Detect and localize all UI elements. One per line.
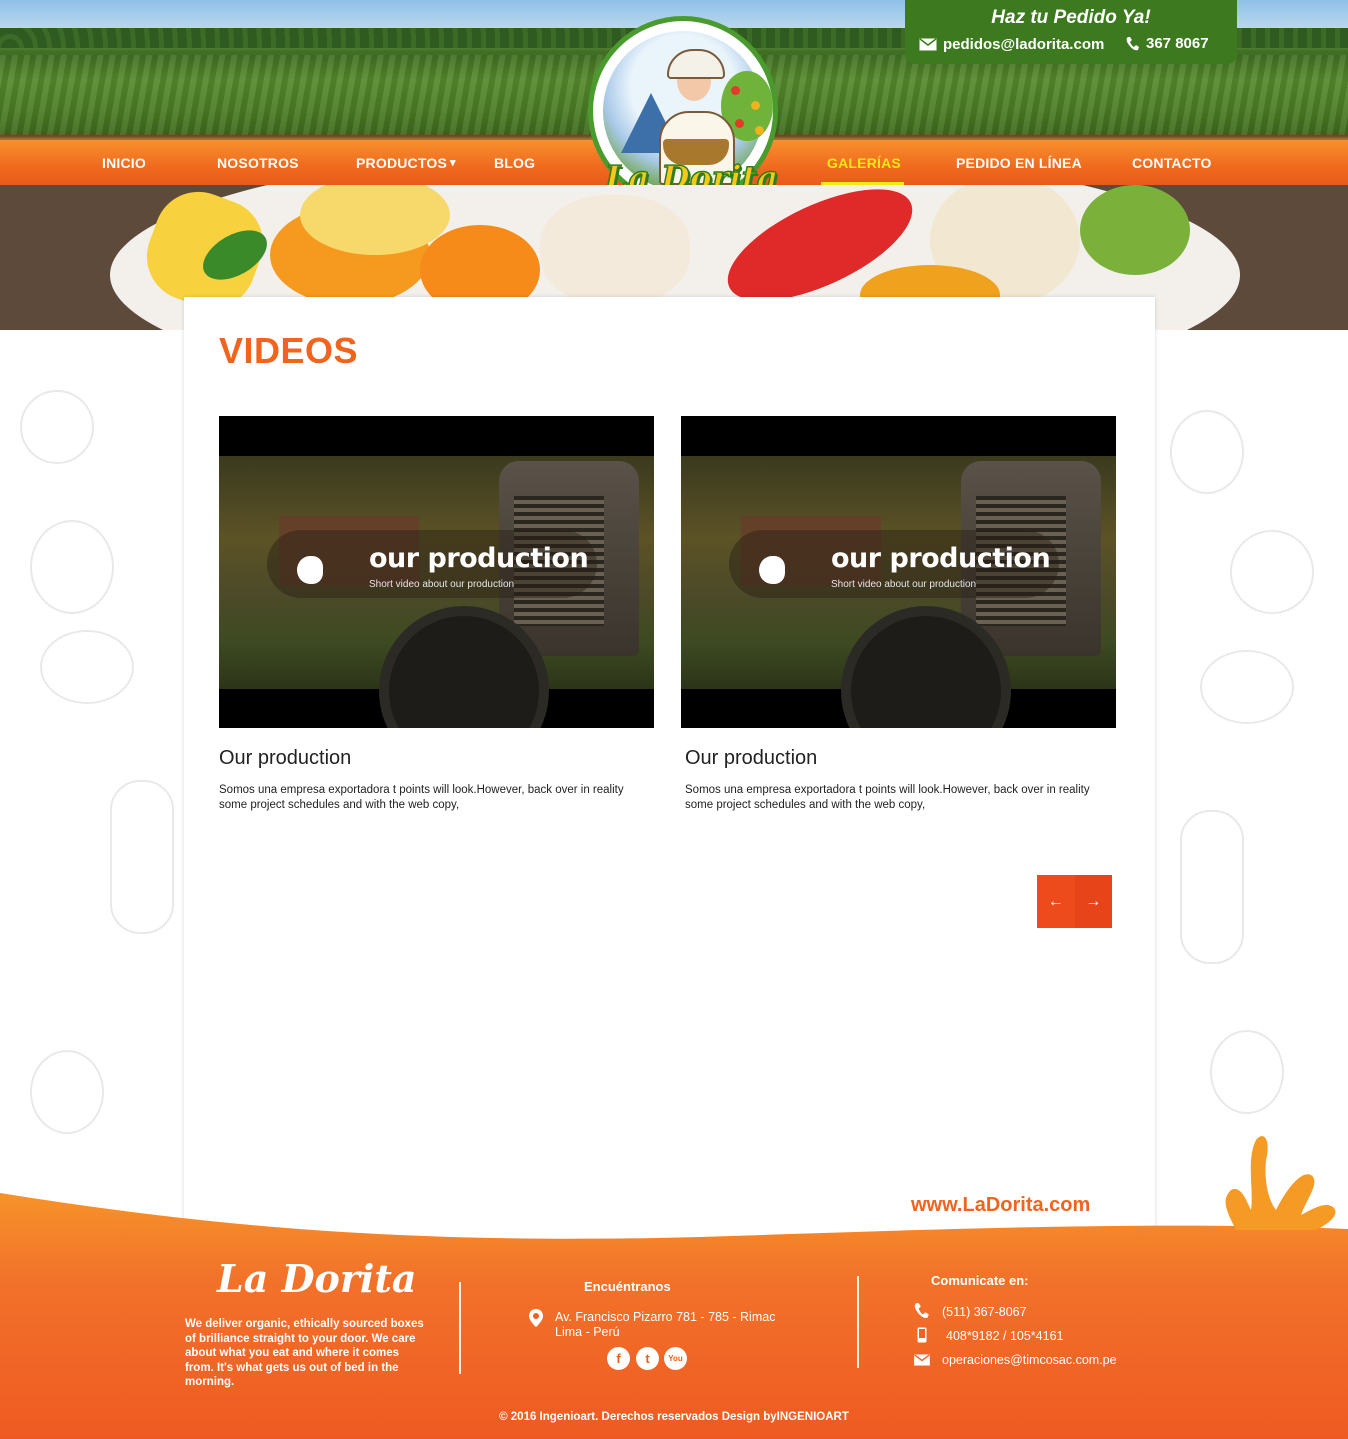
order-email-text: pedidos@ladorita.com — [943, 36, 1105, 53]
mobile-icon — [917, 1327, 927, 1343]
play-icon[interactable] — [759, 556, 785, 584]
chevron-down-icon[interactable]: ▾ — [450, 156, 456, 169]
sketch-decoration — [1170, 410, 1244, 494]
nav-item-inicio[interactable]: INICIO — [102, 155, 146, 171]
youtube-icon[interactable]: You — [664, 1347, 687, 1370]
nav-item-pedido-en-linea[interactable]: PEDIDO EN LÍNEA — [956, 155, 1082, 171]
facebook-icon[interactable]: f — [607, 1347, 630, 1370]
logo-fruit — [755, 126, 764, 135]
nav-item-blog[interactable]: BLOG — [494, 155, 535, 171]
address-line-1: Av. Francisco Pizarro 781 - 785 - Rimac — [555, 1310, 776, 1324]
logo-woman-scarf — [667, 49, 725, 79]
video-overlay-title: our production — [369, 543, 589, 574]
juice-splash-decoration — [1225, 1136, 1336, 1230]
carousel-pager: ← → — [1037, 875, 1112, 928]
contact-phone[interactable]: (511) 367-8067 — [942, 1305, 1027, 1320]
sketch-decoration — [30, 1050, 104, 1134]
video-title-2: Our production — [685, 747, 818, 769]
video-title-1: Our production — [219, 747, 352, 769]
sketch-decoration — [1200, 650, 1294, 724]
sketch-decoration — [1180, 810, 1244, 964]
logo-fruit — [731, 86, 740, 95]
video-player-2[interactable]: our production Short video about our pro… — [681, 416, 1116, 728]
order-phone-text: 367 8067 — [1146, 35, 1209, 52]
order-box: Haz tu Pedido Ya! pedidos@ladorita.com 3… — [905, 0, 1237, 64]
order-email[interactable]: pedidos@ladorita.com — [919, 36, 1104, 53]
mail-icon — [914, 1354, 930, 1366]
mail-icon — [919, 38, 937, 51]
nav-item-contacto[interactable]: CONTACTO — [1132, 155, 1212, 171]
page-title: VIDEOS — [219, 330, 359, 371]
phone-icon — [1126, 36, 1139, 50]
arrow-left-icon[interactable]: ← — [1037, 875, 1075, 928]
sketch-decoration — [1230, 530, 1314, 614]
contact-mobile[interactable]: 408*9182 / 105*4161 — [946, 1329, 1063, 1344]
footer-divider — [857, 1276, 859, 1368]
footer-brand: La Dorita — [217, 1256, 417, 1301]
footer-about: We deliver organic, ethically sourced bo… — [185, 1318, 424, 1388]
video-overlay-subtitle: Short video about our production — [831, 579, 977, 590]
video-description-2: Somos una empresa exportadora t points w… — [685, 784, 1090, 811]
order-title: Haz tu Pedido Ya! — [991, 7, 1151, 28]
nav-item-galerias[interactable]: GALERÍAS — [827, 155, 901, 171]
footer-divider — [459, 1282, 461, 1374]
logo-fruit — [735, 119, 744, 128]
logo-fruit — [751, 101, 760, 110]
contact-email[interactable]: operaciones@timcosac.com.pe — [942, 1353, 1117, 1368]
arrow-right-icon[interactable]: → — [1075, 875, 1113, 928]
location-pin-icon — [529, 1309, 543, 1327]
video-overlay-title: our production — [831, 543, 1051, 574]
video-overlay-subtitle: Short video about our production — [369, 579, 515, 590]
nav-item-productos[interactable]: PRODUCTOS — [356, 155, 447, 171]
contact-heading: Comunicate en: — [931, 1273, 1029, 1288]
twitter-icon[interactable]: t — [636, 1347, 659, 1370]
kiwi-slice — [1080, 185, 1190, 275]
banana-slice — [540, 195, 690, 305]
sketch-decoration — [30, 520, 114, 614]
sketch-decoration — [20, 390, 94, 464]
video-description-1: Somos una empresa exportadora t points w… — [219, 784, 624, 811]
nav-item-nosotros[interactable]: NOSOTROS — [217, 155, 299, 171]
phone-icon — [914, 1303, 929, 1319]
play-icon[interactable] — [297, 556, 323, 584]
sketch-decoration — [110, 780, 174, 934]
order-phone[interactable]: 367 8067 — [1125, 35, 1209, 52]
sketch-decoration — [1210, 1030, 1284, 1114]
address-line-2: Lima - Perú — [555, 1325, 620, 1339]
video-player-1[interactable]: our production Short video about our pro… — [219, 416, 654, 728]
copyright: © 2016 Ingenioart. Derechos reservados D… — [499, 1411, 849, 1423]
find-us-heading: Encuéntranos — [584, 1279, 671, 1294]
sketch-decoration — [40, 630, 134, 704]
